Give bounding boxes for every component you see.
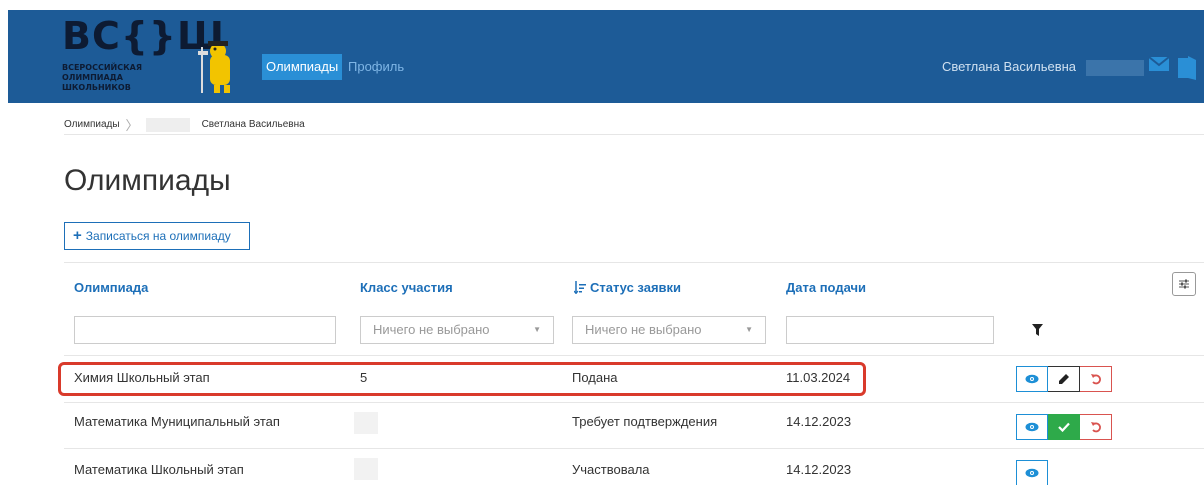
blurred-surname [1086, 60, 1144, 76]
undo-icon [1090, 422, 1101, 433]
confirm-button[interactable] [1048, 414, 1080, 440]
view-button[interactable] [1016, 414, 1048, 440]
filter-icon[interactable] [1032, 324, 1043, 336]
status-filter-select[interactable]: Ничего не выбрано ▼ [572, 316, 766, 344]
bear-mascot-icon [198, 41, 230, 93]
row-3-olympiad[interactable]: Математика Школьный этап [74, 462, 244, 477]
column-header-status[interactable]: Статус заявки [574, 280, 681, 295]
chevron-down-icon: ▼ [745, 325, 753, 334]
eye-icon [1025, 422, 1039, 432]
status-filter-placeholder: Ничего не выбрано [585, 322, 702, 337]
view-button[interactable] [1016, 366, 1048, 392]
row-3-date: 14.12.2023 [786, 462, 852, 477]
chevron-down-icon: ▼ [533, 325, 541, 334]
logo-line-2: ОЛИМПИАДА [62, 73, 123, 82]
sliders-icon [1179, 279, 1189, 289]
check-icon [1057, 422, 1070, 432]
logo-line-3: ШКОЛЬНИКОВ [62, 83, 131, 92]
row-3-status: Участвовала [572, 462, 650, 477]
row-2-class-blurred [354, 412, 378, 434]
row-divider [64, 402, 1204, 403]
exit-icon[interactable] [1176, 54, 1200, 80]
olympiad-filter-input[interactable] [74, 316, 336, 344]
row-2-date: 14.12.2023 [786, 414, 852, 429]
view-button[interactable] [1016, 460, 1048, 485]
row-1-actions [1016, 366, 1112, 392]
class-filter-select[interactable]: Ничего не выбрано ▼ [360, 316, 554, 344]
row-divider [64, 448, 1204, 449]
highlight-frame [58, 362, 866, 396]
breadcrumb-current: Светлана Васильевна [201, 119, 305, 130]
logo-caption: ВСЕРОССИЙСКАЯ ОЛИМПИАДА ШКОЛЬНИКОВ [62, 63, 142, 93]
withdraw-button[interactable] [1080, 366, 1112, 392]
column-header-olympiad[interactable]: Олимпиада [74, 280, 148, 295]
row-2-status: Требует подтверждения [572, 414, 718, 429]
top-header: ВС{}Ш ВСЕРОССИЙСКАЯ ОЛИМПИАДА ШКОЛЬНИКОВ… [8, 10, 1204, 103]
breadcrumb: Олимпиады 〉 Светлана Васильевна [64, 115, 305, 134]
column-header-class[interactable]: Класс участия [360, 280, 453, 295]
breadcrumb-root[interactable]: Олимпиады [64, 119, 120, 130]
column-settings-button[interactable] [1172, 272, 1196, 296]
edit-button[interactable] [1048, 366, 1080, 392]
plus-icon: + [73, 227, 82, 244]
table-top-divider [64, 262, 1204, 263]
row-2-olympiad[interactable]: Математика Муниципальный этап [74, 414, 280, 429]
pencil-icon [1058, 374, 1069, 384]
vsosh-logo[interactable]: ВС{}Ш ВСЕРОССИЙСКАЯ ОЛИМПИАДА ШКОЛЬНИКОВ [62, 15, 252, 99]
sort-icon [574, 281, 586, 294]
row-2-actions [1016, 414, 1112, 440]
nav-profile[interactable]: Профиль [348, 54, 404, 80]
withdraw-button[interactable] [1080, 414, 1112, 440]
column-header-status-label: Статус заявки [590, 280, 682, 295]
eye-icon [1025, 468, 1039, 478]
mail-icon[interactable] [1148, 55, 1170, 73]
class-filter-placeholder: Ничего не выбрано [373, 322, 490, 337]
date-filter-input[interactable] [786, 316, 994, 344]
page-title: Олимпиады [64, 164, 231, 197]
logo-line-1: ВСЕРОССИЙСКАЯ [62, 63, 142, 72]
undo-icon [1090, 374, 1101, 385]
row-3-actions [1016, 460, 1048, 485]
breadcrumb-blurred-surname [145, 117, 190, 132]
row-divider [64, 355, 1204, 356]
eye-icon [1025, 374, 1039, 384]
row-3-class-blurred [354, 458, 378, 480]
add-olympiad-button[interactable]: + Записаться на олимпиаду [64, 222, 250, 250]
nav-olympiads[interactable]: Олимпиады [262, 54, 343, 80]
add-olympiad-label: Записаться на олимпиаду [85, 229, 231, 243]
breadcrumb-separator-icon: 〉 [125, 118, 139, 133]
breadcrumb-divider [64, 134, 1204, 135]
column-header-date[interactable]: Дата подачи [786, 280, 866, 295]
user-name[interactable]: Светлана Васильевна [942, 54, 1076, 80]
